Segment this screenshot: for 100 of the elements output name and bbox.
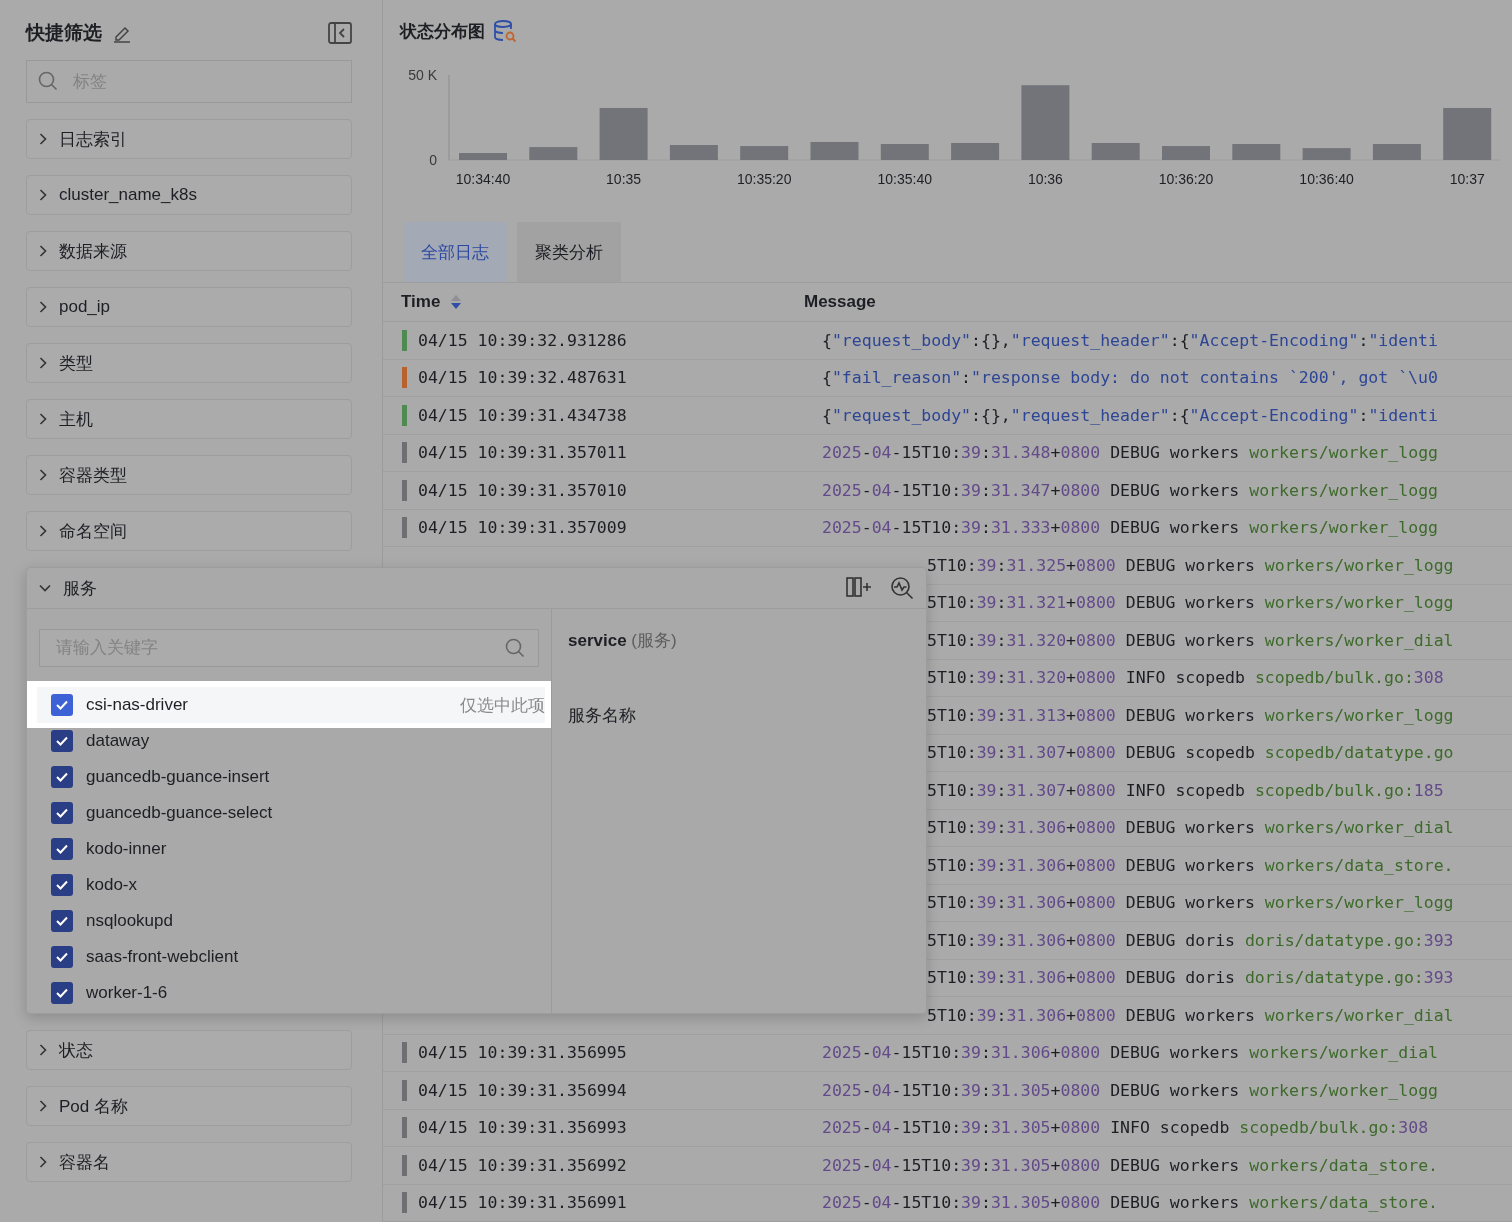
filter-group[interactable]: 容器名 <box>26 1142 352 1182</box>
axis-label: 10:37 <box>1449 171 1485 187</box>
bar <box>810 142 859 160</box>
table-cell: 2025-04-15T10:39:31.305+0800 DEBUG workers workers/data_store. <box>822 1193 1438 1213</box>
filter-group[interactable]: 主机 <box>26 399 352 439</box>
table-cell-text: 5T10:39:31.306+0800 DEBUG workers workers/worker_logg <box>926 893 1454 913</box>
filter-group[interactable]: 数据来源 <box>26 231 352 271</box>
filter-group[interactable]: 命名空间 <box>26 511 352 551</box>
filter-group[interactable]: 类型 <box>26 343 352 383</box>
axis-label: 10:36:20 <box>1158 171 1214 187</box>
table-cell: 04/15 10:39:31.357011 <box>418 443 627 463</box>
option-label[interactable]: saas-front-webclient <box>86 947 239 967</box>
check-icon <box>56 880 68 890</box>
axis-label: 10:35:40 <box>877 171 933 187</box>
field-name: service (服务) <box>568 630 678 652</box>
check-icon <box>56 952 68 962</box>
checkbox[interactable] <box>51 802 73 824</box>
bar <box>599 108 648 160</box>
table-cell-text: 5T10:39:31.313+0800 DEBUG workers workers/worker_logg <box>926 705 1454 725</box>
sidebar-collapse-icon[interactable] <box>328 22 352 44</box>
table-cell: 04/15 10:39:31.356992 <box>418 1155 627 1175</box>
sidebar-title: 快捷筛选 <box>26 21 102 45</box>
filter-group[interactable]: 日志索引 <box>26 119 352 159</box>
tab[interactable]: 全部日志 <box>403 222 507 282</box>
table-cell: 04/15 10:39:31.356994 <box>418 1080 627 1100</box>
table-cell: 04/15 10:39:31.357010 <box>418 480 627 500</box>
column-header[interactable]: Message <box>804 292 876 312</box>
table-cell-text: 5T10:39:31.306+0800 DEBUG doris doris/datatype.go:393 <box>926 968 1454 988</box>
table-cell: 04/15 10:39:31.356995 <box>418 1043 627 1063</box>
filter-group[interactable]: 容器类型 <box>26 455 352 495</box>
option-label[interactable]: guancedb-guance-select <box>86 803 273 823</box>
check-icon <box>56 772 68 782</box>
table-cell: 04/15 10:39:31.434738 <box>418 405 627 425</box>
checkbox[interactable] <box>51 766 73 788</box>
chevron-right-icon <box>39 469 47 481</box>
chevron-right-icon <box>39 413 47 425</box>
table-cell: 04/15 10:39:32.487631 <box>418 368 627 388</box>
option-label[interactable]: kodo-x <box>86 875 138 895</box>
filter-group[interactable]: pod_ip <box>26 287 352 327</box>
table-cell-text: 5T10:39:31.306+0800 DEBUG doris doris/datatype.go:393 <box>926 930 1454 950</box>
bar <box>1091 143 1140 160</box>
axis-label: 10:35 <box>606 171 642 187</box>
chevron-right-icon <box>39 301 47 313</box>
chevron-right-icon <box>39 133 47 145</box>
bar <box>669 145 718 160</box>
filter-group[interactable]: Pod 名称 <box>26 1086 352 1126</box>
axis-label: 0 <box>429 152 437 168</box>
table-cell: 2025-04-15T10:39:31.305+0800 DEBUG workers workers/data_store. <box>822 1155 1438 1175</box>
table-cell: {"fail_reason":"response body: do not contains `200', got `\u0 <box>822 368 1438 388</box>
filter-group[interactable]: 服务 <box>27 568 926 609</box>
option-label[interactable]: dataway <box>86 731 150 751</box>
checkbox[interactable] <box>51 910 73 932</box>
table-cell: 04/15 10:39:31.356993 <box>418 1118 627 1138</box>
bar <box>459 153 507 160</box>
bar <box>1162 146 1210 160</box>
chevron-right-icon <box>39 357 47 369</box>
table-cell: 04/15 10:39:31.357009 <box>418 518 627 538</box>
chevron-right-icon <box>39 1100 47 1112</box>
option-label[interactable]: worker-1-6 <box>86 983 168 1003</box>
highlighted-option[interactable]: csi-nas-driver 仅选中此项 <box>27 681 551 728</box>
checkbox[interactable] <box>51 982 73 1004</box>
table-cell-text: 5T10:39:31.307+0800 INFO scopedb scopedb/bulk.go:185 <box>926 780 1444 800</box>
add-column-icon[interactable] <box>846 576 872 598</box>
axis-label: 10:34:40 <box>455 171 511 187</box>
table-cell-text: 5T10:39:31.306+0800 DEBUG workers workers/worker_dial <box>926 1005 1454 1025</box>
filter-group[interactable]: cluster_name_k8s <box>26 175 352 215</box>
axis-label: 10:36 <box>1027 171 1063 187</box>
column-header[interactable]: Time <box>401 292 441 312</box>
field-description: 服务名称 <box>568 705 637 727</box>
table-cell-text: 5T10:39:31.321+0800 DEBUG workers workers/worker_logg <box>926 593 1454 613</box>
filter-group[interactable]: 状态 <box>26 1030 352 1070</box>
search-icon <box>505 638 525 658</box>
checkbox[interactable] <box>51 946 73 968</box>
table-cell: {"request_body":{},"request_header":{"Accept-Encoding":"identi <box>822 330 1438 350</box>
chevron-right-icon <box>39 525 47 537</box>
check-icon <box>56 916 68 926</box>
table-cell: 04/15 10:39:31.356991 <box>418 1193 627 1213</box>
option-label[interactable]: kodo-inner <box>86 839 167 859</box>
table-cell-text: 5T10:39:31.320+0800 DEBUG workers workers/worker_dial <box>926 630 1454 650</box>
chart-title: 状态分布图 <box>400 20 485 43</box>
table-cell-text: 5T10:39:31.306+0800 DEBUG workers workers/worker_dial <box>926 818 1454 838</box>
option-label[interactable]: csi-nas-driver <box>86 695 189 715</box>
checkbox[interactable] <box>51 874 73 896</box>
tab[interactable]: 聚类分析 <box>517 222 621 282</box>
checkbox[interactable] <box>51 694 73 716</box>
check-icon <box>56 700 68 710</box>
table-cell: 2025-04-15T10:39:31.333+0800 DEBUG workers workers/worker_logg <box>822 518 1438 538</box>
axis-label: 10:35:20 <box>736 171 792 187</box>
option-label[interactable]: nsqlookupd <box>86 911 173 931</box>
bar <box>880 144 929 160</box>
axis-label: 50 K <box>408 67 437 83</box>
chevron-right-icon <box>39 189 47 201</box>
option-label[interactable]: guancedb-guance-insert <box>86 767 270 787</box>
pulse-search-icon[interactable] <box>890 576 914 600</box>
sort-icon[interactable] <box>450 294 463 310</box>
bar <box>740 146 789 160</box>
axis-label: 10:36:40 <box>1299 171 1354 187</box>
checkbox[interactable] <box>51 838 73 860</box>
checkbox[interactable] <box>51 730 73 752</box>
database-search-icon[interactable] <box>493 19 517 43</box>
